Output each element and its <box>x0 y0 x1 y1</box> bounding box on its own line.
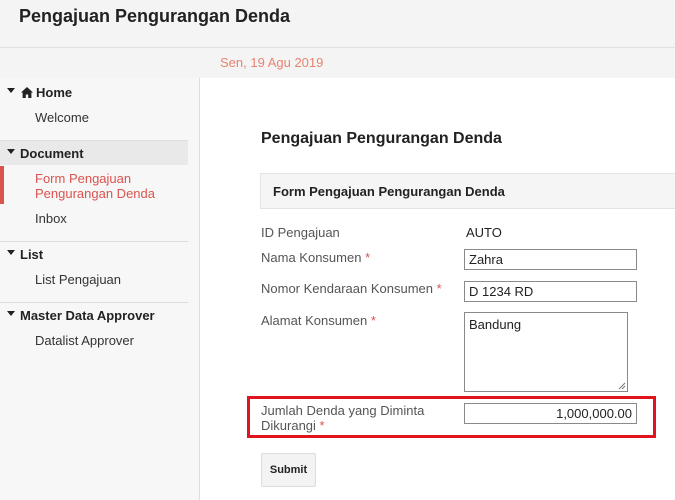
home-icon <box>21 87 33 98</box>
nomor-kendaraan-label: Nomor Kendaraan Konsumen * <box>261 281 442 296</box>
resize-handle-icon[interactable] <box>618 382 626 390</box>
current-date: Sen, 19 Agu 2019 <box>220 55 324 70</box>
alamat-konsumen-label: Alamat Konsumen * <box>261 313 376 328</box>
required-marker: * <box>436 281 442 296</box>
collapse-triangle-icon <box>7 88 15 93</box>
sidebar-item-datalist-approver[interactable]: Datalist Approver <box>35 333 134 348</box>
sidebar-group-label: Master Data Approver <box>20 308 155 323</box>
sidebar-item-form-pengajuan[interactable]: Form Pengajuan Pengurangan Denda <box>35 171 185 201</box>
alamat-konsumen-textarea[interactable]: Bandung <box>464 312 628 392</box>
required-marker: * <box>365 250 371 265</box>
sidebar-group-master-data[interactable]: Master Data Approver <box>0 303 188 327</box>
sidebar-group-label: Home <box>36 85 73 100</box>
sidebar-item-welcome[interactable]: Welcome <box>35 110 89 125</box>
sidebar-item-inbox[interactable]: Inbox <box>35 211 67 226</box>
nama-konsumen-label: Nama Konsumen * <box>261 250 370 265</box>
required-marker: * <box>370 313 376 328</box>
nomor-kendaraan-label-text: Nomor Kendaraan Konsumen <box>261 281 433 296</box>
sidebar-group-label: List <box>20 247 44 262</box>
collapse-triangle-icon <box>7 311 15 316</box>
app-title: Pengajuan Pengurangan Denda <box>19 6 291 26</box>
id-pengajuan-label: ID Pengajuan <box>261 225 340 240</box>
page-title: Pengajuan Pengurangan Denda <box>261 130 502 147</box>
nama-konsumen-input[interactable]: Zahra <box>464 249 637 270</box>
collapse-triangle-icon <box>7 250 15 255</box>
sidebar-item-list-pengajuan[interactable]: List Pengajuan <box>35 272 121 287</box>
collapse-triangle-icon <box>7 149 15 154</box>
date-bar-left <box>0 48 200 78</box>
top-bar: Pengajuan Pengurangan Denda <box>0 0 675 48</box>
nomor-kendaraan-input[interactable]: D 1234 RD <box>464 281 637 302</box>
sidebar-group-home[interactable]: Home <box>0 80 188 104</box>
alamat-konsumen-label-text: Alamat Konsumen <box>261 313 368 328</box>
active-indicator <box>0 166 4 204</box>
date-bar: Sen, 19 Agu 2019 <box>0 48 675 78</box>
sidebar-group-list[interactable]: List <box>0 242 188 266</box>
highlight-box <box>247 396 656 438</box>
id-pengajuan-value: AUTO <box>466 225 502 240</box>
alamat-konsumen-value: Bandung <box>469 317 522 332</box>
form-panel-title: Form Pengajuan Pengurangan Denda <box>273 184 505 199</box>
submit-button[interactable]: Submit <box>261 453 316 487</box>
sidebar-group-label: Document <box>20 146 84 161</box>
form-panel-header: Form Pengajuan Pengurangan Denda <box>260 173 675 209</box>
nama-konsumen-label-text: Nama Konsumen <box>261 250 362 265</box>
sidebar-group-document[interactable]: Document <box>0 141 188 165</box>
